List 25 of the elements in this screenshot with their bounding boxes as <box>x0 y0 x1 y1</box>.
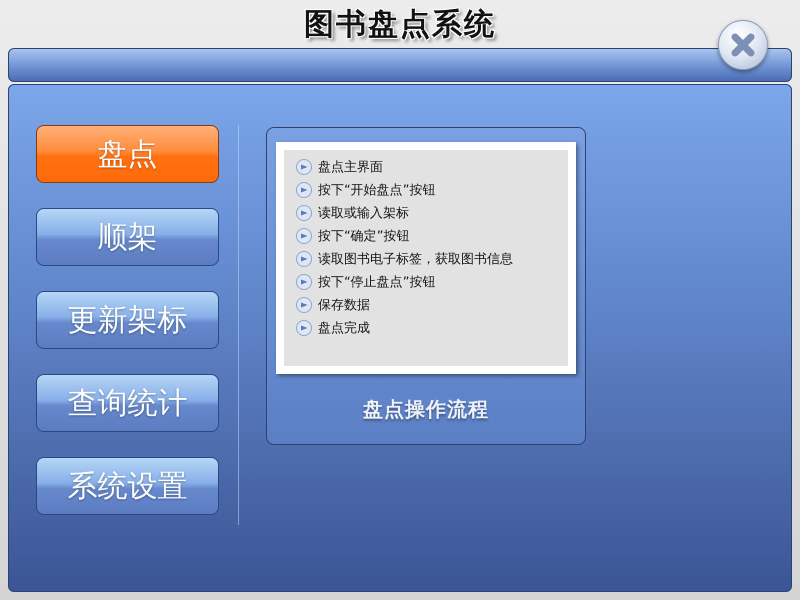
nav-button[interactable]: 顺架 <box>36 208 219 266</box>
nav-button[interactable]: 盘点 <box>36 125 219 183</box>
step-text: 盘点完成 <box>318 320 370 337</box>
step-text: 保存数据 <box>318 297 370 314</box>
close-icon <box>730 32 756 58</box>
step-text: 按下“停止盘点”按钮 <box>318 274 436 291</box>
close-button[interactable] <box>718 20 768 70</box>
arrow-bullet-icon <box>296 182 312 198</box>
nav-button[interactable]: 查询统计 <box>36 374 219 432</box>
step-text: 按下“开始盘点”按钮 <box>318 182 436 199</box>
nav-button[interactable]: 更新架标 <box>36 291 219 349</box>
arrow-bullet-icon <box>296 274 312 290</box>
arrow-bullet-icon <box>296 228 312 244</box>
arrow-bullet-icon <box>296 320 312 336</box>
card-caption: 盘点操作流程 <box>363 396 489 423</box>
arrow-bullet-icon <box>296 205 312 221</box>
step-text: 盘点主界面 <box>318 159 383 176</box>
arrow-bullet-icon <box>296 297 312 313</box>
step-text: 读取图书电子标签，获取图书信息 <box>318 251 513 268</box>
nav-button[interactable]: 系统设置 <box>36 457 219 515</box>
step-text: 按下“确定”按钮 <box>318 228 410 245</box>
arrow-bullet-icon <box>296 251 312 267</box>
window-title: 图书盘点系统 <box>304 6 496 44</box>
arrow-bullet-icon <box>296 159 312 175</box>
step-text: 读取或输入架标 <box>318 205 409 222</box>
